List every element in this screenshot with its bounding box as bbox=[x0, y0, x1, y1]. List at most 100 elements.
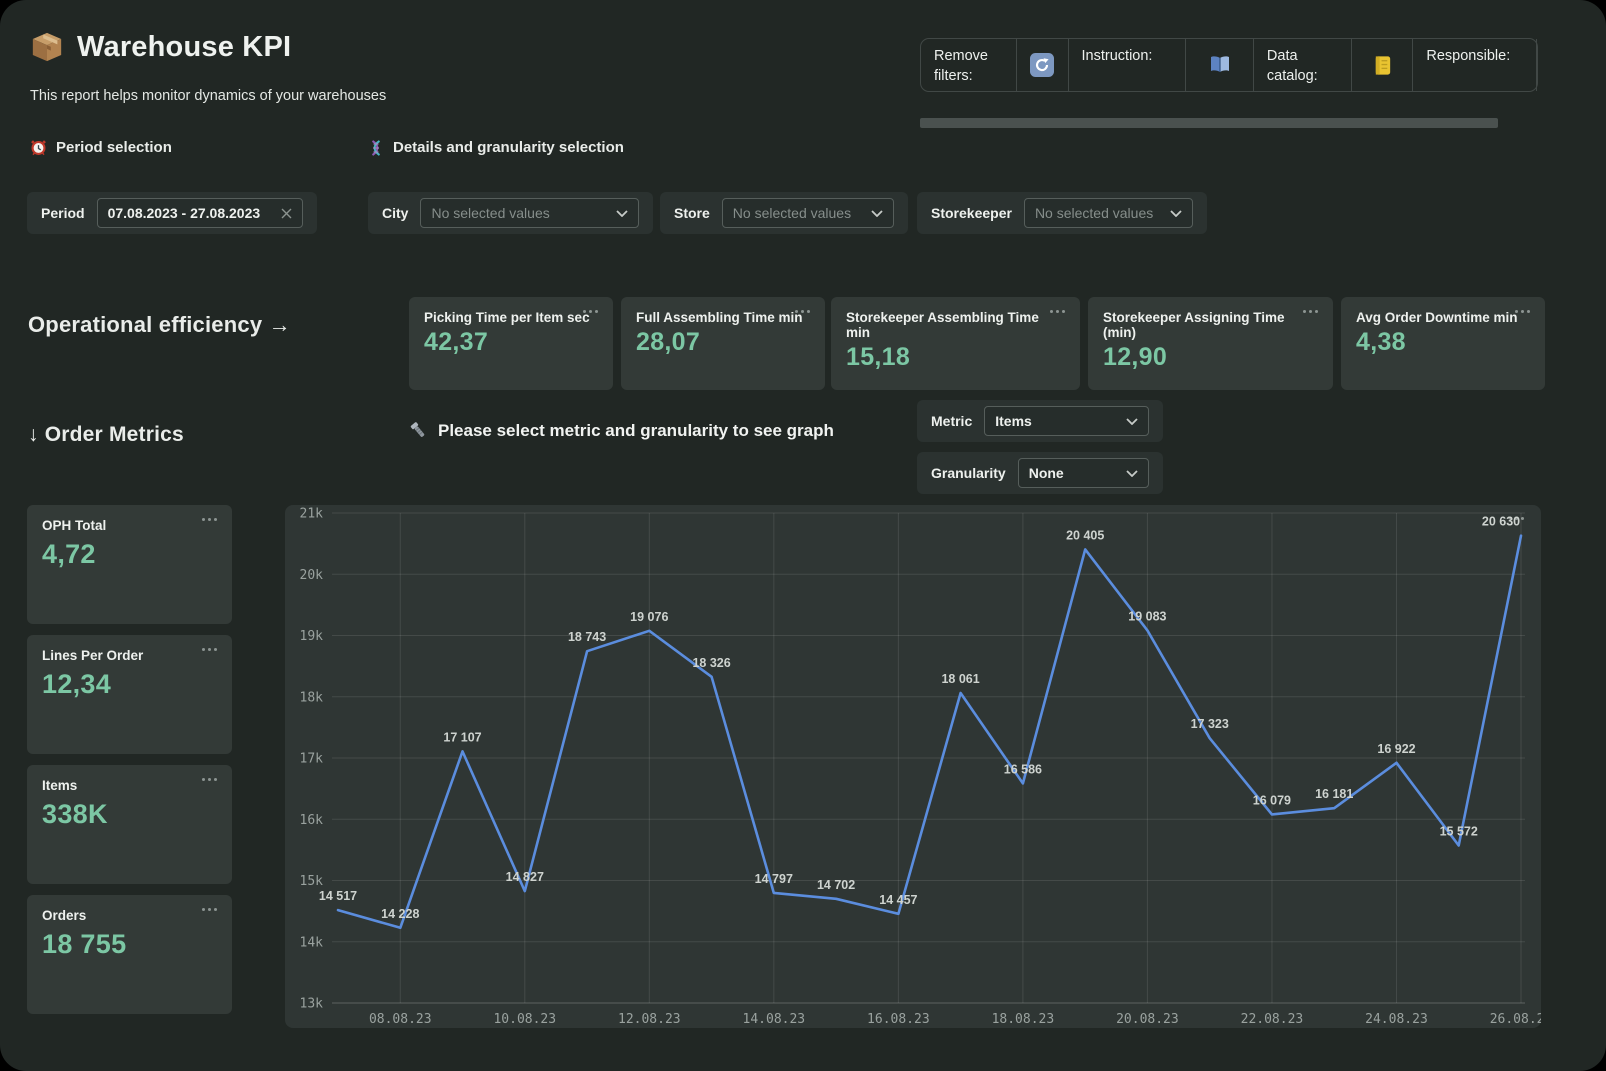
operational-efficiency-heading: Operational efficiency → bbox=[28, 312, 291, 338]
svg-text:19k: 19k bbox=[300, 629, 324, 644]
svg-text:20.08.23: 20.08.23 bbox=[1116, 1012, 1179, 1027]
instruction-button[interactable]: Instruction: bbox=[1069, 39, 1187, 91]
svg-text:21k: 21k bbox=[300, 507, 324, 522]
svg-text:16 922: 16 922 bbox=[1377, 742, 1415, 756]
svg-text:15k: 15k bbox=[300, 874, 324, 889]
card-menu-icon[interactable] bbox=[1047, 307, 1068, 316]
svg-text:14 457: 14 457 bbox=[879, 893, 917, 907]
store-filter-panel: Store No selected values bbox=[660, 192, 908, 234]
svg-text:14k: 14k bbox=[300, 935, 324, 950]
kpi-title: Orders bbox=[42, 908, 217, 923]
toolbar-scrollbar[interactable] bbox=[920, 118, 1498, 128]
card-menu-icon[interactable] bbox=[580, 307, 601, 316]
dna-icon bbox=[368, 140, 384, 156]
instruction-label: Instruction: bbox=[1082, 47, 1153, 83]
kpi-value: 15,18 bbox=[846, 343, 1065, 372]
refresh-icon-button[interactable] bbox=[1017, 39, 1069, 91]
kpi-title: Items bbox=[42, 778, 217, 793]
svg-text:18k: 18k bbox=[300, 690, 324, 705]
responsible-label: Responsible: bbox=[1426, 47, 1510, 83]
svg-text:18 061: 18 061 bbox=[941, 672, 979, 686]
granularity-panel: Granularity None bbox=[917, 452, 1163, 494]
period-section-title: Period selection bbox=[56, 139, 172, 156]
clear-period-icon[interactable] bbox=[281, 208, 292, 219]
svg-text:15 572: 15 572 bbox=[1440, 825, 1478, 839]
kpi-title: Avg Order Downtime min bbox=[1356, 310, 1530, 325]
metric-panel: Metric Items bbox=[917, 400, 1163, 442]
metric-label: Metric bbox=[931, 413, 972, 429]
svg-text:17k: 17k bbox=[300, 752, 324, 767]
kpi-value: 12,90 bbox=[1103, 343, 1318, 372]
kpi-card-picking-time: Picking Time per Item sec 42,37 bbox=[409, 297, 613, 390]
svg-text:08.08.23: 08.08.23 bbox=[369, 1012, 432, 1027]
svg-text:13k: 13k bbox=[300, 997, 324, 1012]
granularity-select[interactable]: None bbox=[1018, 458, 1149, 488]
store-label: Store bbox=[674, 205, 710, 221]
svg-text:18.08.23: 18.08.23 bbox=[992, 1012, 1055, 1027]
kpi-value: 4,38 bbox=[1356, 328, 1530, 357]
kpi-value: 12,34 bbox=[42, 669, 217, 700]
svg-text:14.08.23: 14.08.23 bbox=[743, 1012, 806, 1027]
card-menu-icon[interactable] bbox=[199, 905, 220, 914]
svg-text:19 076: 19 076 bbox=[630, 610, 668, 624]
svg-text:16k: 16k bbox=[300, 813, 324, 828]
ledger-icon-button[interactable] bbox=[1352, 39, 1414, 91]
kpi-card-orders: Orders 18 755 bbox=[27, 895, 232, 1014]
svg-text:14 702: 14 702 bbox=[817, 878, 855, 892]
store-placeholder: No selected values bbox=[733, 205, 851, 221]
store-select[interactable]: No selected values bbox=[722, 198, 894, 228]
svg-text:17 107: 17 107 bbox=[443, 730, 481, 744]
kpi-title: Storekeeper Assigning Time (min) bbox=[1103, 310, 1318, 340]
svg-text:24.08.23: 24.08.23 bbox=[1365, 1012, 1428, 1027]
city-filter-panel: City No selected values bbox=[368, 192, 653, 234]
chevron-down-icon bbox=[1126, 418, 1138, 425]
card-menu-icon[interactable] bbox=[199, 515, 220, 524]
kpi-value: 28,07 bbox=[636, 328, 810, 357]
svg-text:16 181: 16 181 bbox=[1315, 787, 1353, 801]
period-filter-panel: Period 07.08.2023 - 27.08.2023 bbox=[27, 192, 317, 234]
card-menu-icon[interactable] bbox=[199, 775, 220, 784]
card-menu-icon[interactable] bbox=[792, 307, 813, 316]
period-value: 07.08.2023 - 27.08.2023 bbox=[108, 205, 261, 221]
svg-text:14 797: 14 797 bbox=[755, 872, 793, 886]
city-placeholder: No selected values bbox=[431, 205, 549, 221]
line-chart-canvas[interactable]: 13k 14k 15k 16k 17k 18k 19k 20k 21k 08.08.23 10.08… bbox=[285, 505, 1541, 1028]
card-menu-icon[interactable] bbox=[199, 645, 220, 654]
kpi-value: 4,72 bbox=[42, 539, 217, 570]
kpi-card-lines-per-order: Lines Per Order 12,34 bbox=[27, 635, 232, 754]
card-menu-icon[interactable] bbox=[1300, 307, 1321, 316]
page-title: Warehouse KPI bbox=[77, 31, 291, 64]
svg-text:20k: 20k bbox=[300, 568, 324, 583]
svg-text:14 228: 14 228 bbox=[381, 907, 419, 921]
metric-select[interactable]: Items bbox=[984, 406, 1149, 436]
kpi-title: Storekeeper Assembling Time min bbox=[846, 310, 1065, 340]
data-catalog-button[interactable]: Data catalog: bbox=[1254, 39, 1352, 91]
kpi-value: 338K bbox=[42, 799, 217, 830]
kpi-title: Full Assembling Time min bbox=[636, 310, 810, 325]
remove-filters-button[interactable]: Remove filters: bbox=[921, 39, 1017, 91]
responsible-button[interactable]: Responsible: bbox=[1413, 39, 1537, 91]
storekeeper-select[interactable]: No selected values bbox=[1024, 198, 1193, 228]
svg-text:16.08.23: 16.08.23 bbox=[867, 1012, 930, 1027]
storekeeper-placeholder: No selected values bbox=[1035, 205, 1153, 221]
metric-value: Items bbox=[995, 413, 1032, 429]
card-menu-icon[interactable] bbox=[1512, 307, 1533, 316]
warehouse-kpi-dashboard: Warehouse KPI This report helps monitor … bbox=[0, 0, 1606, 1071]
storekeeper-filter-panel: Storekeeper No selected values bbox=[917, 192, 1207, 234]
svg-text:12.08.23: 12.08.23 bbox=[618, 1012, 681, 1027]
kpi-value: 18 755 bbox=[42, 929, 217, 960]
details-section-heading: Details and granularity selection bbox=[368, 139, 624, 156]
svg-text:14 827: 14 827 bbox=[506, 870, 544, 884]
svg-text:10.08.23: 10.08.23 bbox=[493, 1012, 556, 1027]
city-select[interactable]: No selected values bbox=[420, 198, 639, 228]
svg-text:17 323: 17 323 bbox=[1191, 717, 1229, 731]
kpi-card-oph-total: OPH Total 4,72 bbox=[27, 505, 232, 624]
select-metric-hint-text: Please select metric and granularity to … bbox=[438, 421, 834, 441]
svg-text:16 079: 16 079 bbox=[1253, 793, 1291, 807]
kpi-title: Lines Per Order bbox=[42, 648, 217, 663]
book-icon-button[interactable] bbox=[1186, 39, 1254, 91]
page-subtitle: This report helps monitor dynamics of yo… bbox=[30, 88, 386, 104]
items-line-chart[interactable]: 13k 14k 15k 16k 17k 18k 19k 20k 21k 08.08.23 10.08… bbox=[285, 505, 1541, 1028]
period-date-range-input[interactable]: 07.08.2023 - 27.08.2023 bbox=[97, 198, 303, 228]
granularity-label: Granularity bbox=[931, 465, 1006, 481]
